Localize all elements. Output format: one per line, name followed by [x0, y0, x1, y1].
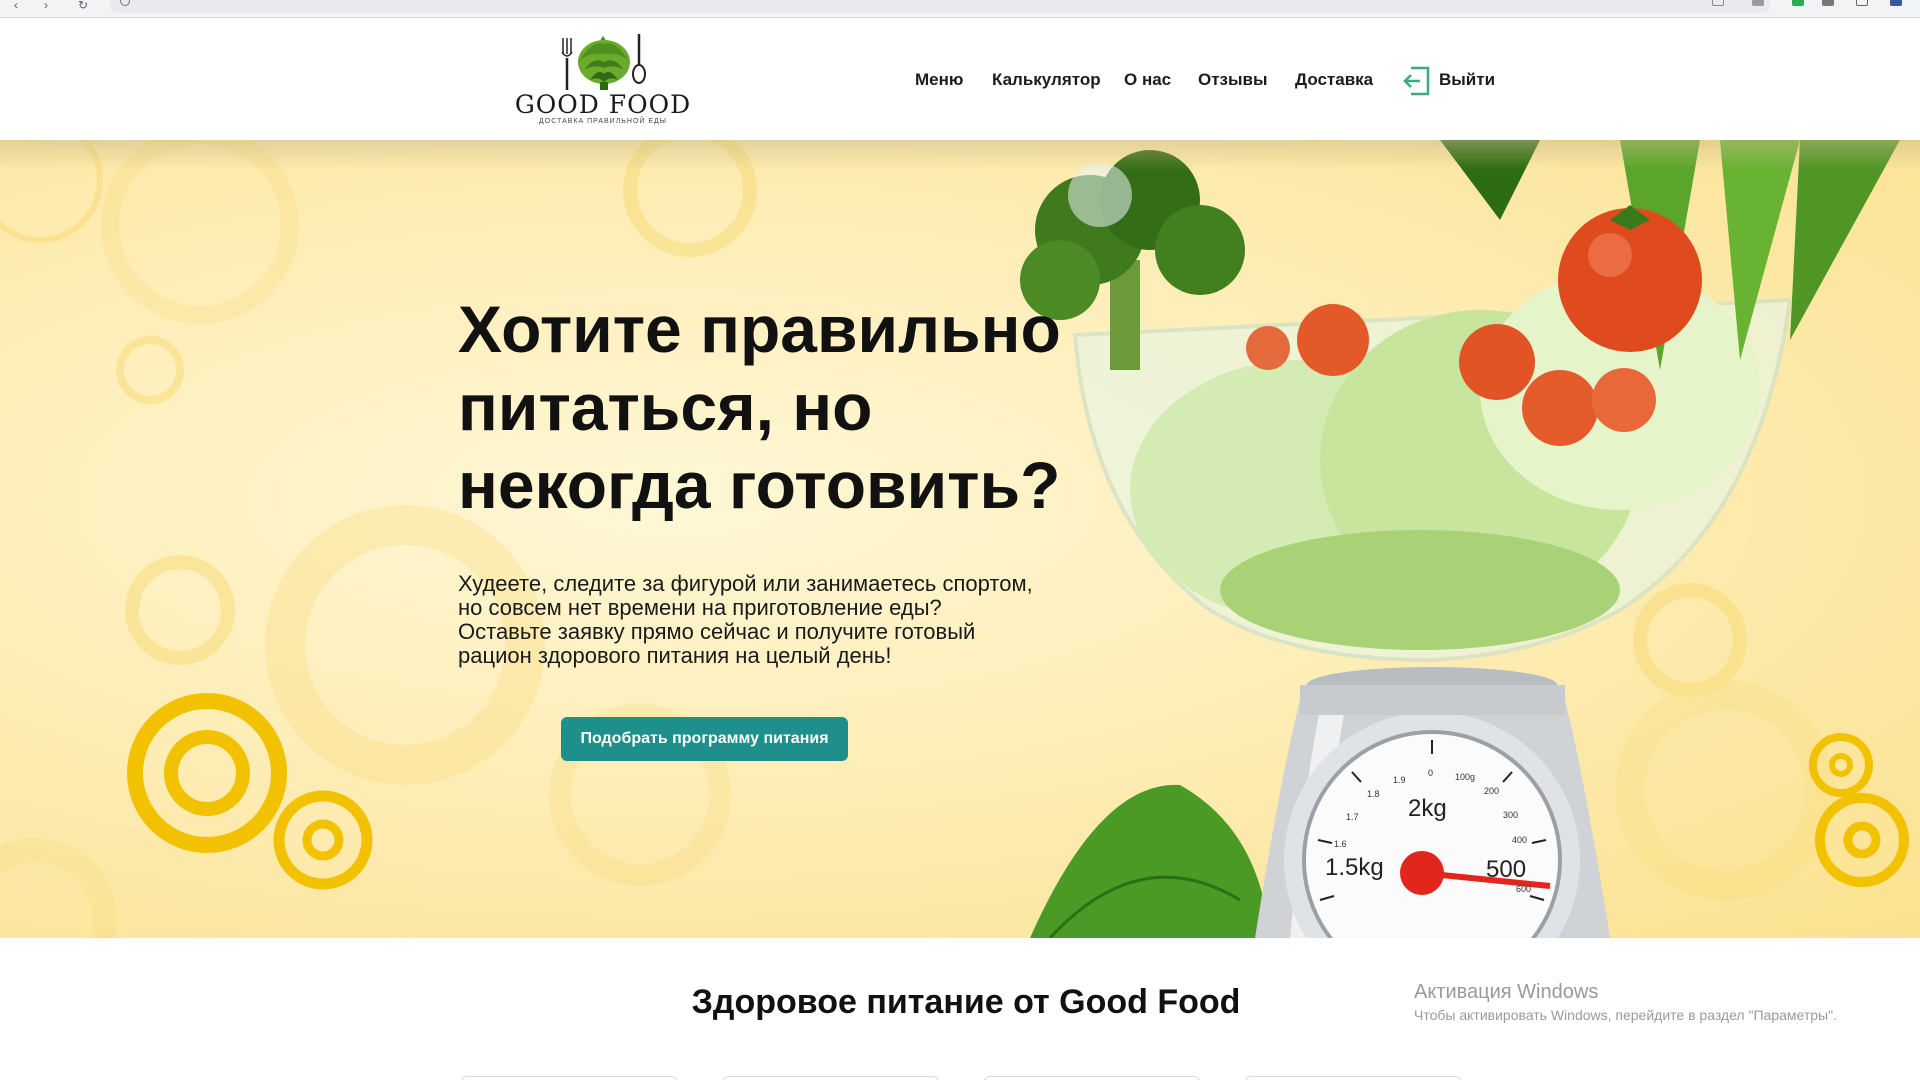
- profile-avatar[interactable]: [1890, 0, 1902, 6]
- logo-text: GOOD FOOD: [514, 90, 692, 119]
- address-bar[interactable]: [110, 0, 1770, 13]
- logo[interactable]: GOOD FOOD ДОСТАВКА ПРАВИЛЬНОЙ ЕДЫ: [508, 32, 698, 128]
- nav-item-calculator[interactable]: Калькулятор: [992, 70, 1101, 90]
- hero-banner: Хотите правильно питаться, но некогда го…: [0, 140, 1920, 938]
- scale-tick-label: 0: [1428, 768, 1433, 778]
- scale-tick-label: 200: [1484, 786, 1499, 796]
- scale-tick-label: 600: [1516, 884, 1531, 894]
- site-header: GOOD FOOD ДОСТАВКА ПРАВИЛЬНОЙ ЕДЫ Меню К…: [0, 18, 1920, 140]
- activation-subtitle: Чтобы активировать Windows, перейдите в …: [1414, 1007, 1837, 1023]
- scale-tick-label: 100g: [1455, 772, 1475, 782]
- scale-tick-label: 1.9: [1393, 775, 1406, 785]
- scale-tick-label: 400: [1512, 835, 1527, 845]
- program-card[interactable]: [1245, 1076, 1461, 1080]
- nav-item-reviews[interactable]: Отзывы: [1198, 70, 1268, 90]
- scale-tick-label: 300: [1503, 810, 1518, 820]
- install-app-icon[interactable]: [1712, 0, 1724, 6]
- forward-icon[interactable]: ›: [44, 0, 48, 11]
- extension-icon[interactable]: [1822, 0, 1834, 6]
- extension-icon[interactable]: [1792, 0, 1804, 6]
- program-card[interactable]: [984, 1076, 1200, 1080]
- program-card[interactable]: [723, 1076, 939, 1080]
- nav-item-about[interactable]: О нас: [1124, 70, 1171, 90]
- scale-label-2kg: 2kg: [1408, 795, 1447, 822]
- back-icon[interactable]: ‹: [14, 0, 18, 11]
- nav-item-delivery[interactable]: Доставка: [1295, 70, 1373, 90]
- reload-icon[interactable]: ↻: [78, 0, 88, 11]
- activation-title: Активация Windows: [1414, 981, 1599, 1003]
- nav-item-menu[interactable]: Меню: [915, 70, 963, 90]
- site-info-icon[interactable]: [120, 0, 130, 6]
- browser-toolbar: ‹ › ↻: [0, 0, 1920, 18]
- windows-activation-watermark: Активация Windows Чтобы активировать Win…: [1414, 979, 1837, 1025]
- logout-icon[interactable]: [1403, 66, 1431, 96]
- window-icon[interactable]: [1856, 0, 1868, 6]
- scale-tick-label: 1.7: [1346, 812, 1359, 822]
- scale-label-500: 500: [1486, 856, 1526, 883]
- scale-tick-label: 1.6: [1334, 839, 1347, 849]
- logout-link[interactable]: Выйти: [1439, 70, 1495, 90]
- scale-tick-label: 1.8: [1367, 789, 1380, 799]
- artichoke-logo-icon: [561, 34, 646, 90]
- program-card[interactable]: [461, 1076, 677, 1080]
- scale-dial-labels: 2kg 1.5kg 500 0 100g 200 300 400 600 1.9…: [1325, 768, 1531, 894]
- bookmark-star-icon[interactable]: [1752, 0, 1764, 6]
- scale-label-1-5kg: 1.5kg: [1325, 854, 1384, 881]
- logo-tagline: ДОСТАВКА ПРАВИЛЬНОЙ ЕДЫ: [539, 118, 667, 125]
